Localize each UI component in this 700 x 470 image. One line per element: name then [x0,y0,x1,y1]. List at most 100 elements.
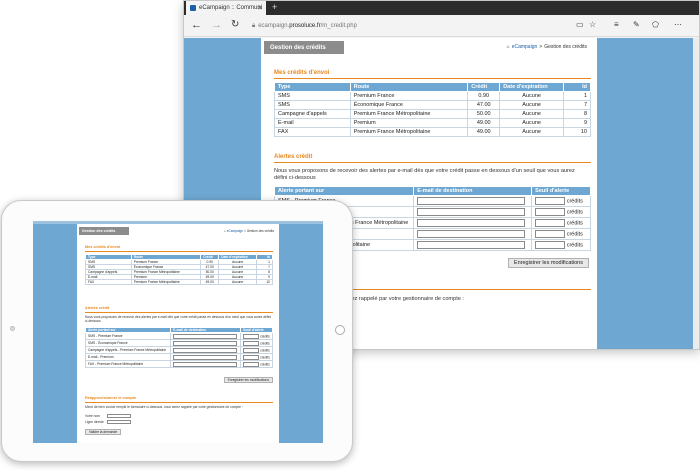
cell: 1 [563,91,591,101]
threshold-field[interactable] [535,197,566,205]
home-button[interactable] [335,325,345,335]
threshold-field[interactable] [535,241,566,249]
browser-tab[interactable]: eCampaign :: Communi ✕ [186,1,266,15]
page-title: Gestion des crédits [79,227,129,235]
address-bar[interactable]: 🔒︎ ecampaign.prosoluce.fr/m_credit.php [252,19,572,33]
breadcrumb-link[interactable]: eCampaign [512,44,538,50]
breadcrumb-separator: > [243,229,246,233]
cell: SMS [274,91,351,101]
credits-section-title: Mes crédits d'envoi [274,70,330,76]
email-field[interactable] [173,354,238,360]
unit-label: crédits [566,242,583,249]
hub-menu-icon[interactable]: ≡ [614,20,619,29]
email-field[interactable] [173,333,238,339]
breadcrumb: ⌂ eCampaign > Gestion des crédits [507,44,587,50]
column-header: Id [563,82,591,92]
table-row: FAX Premium France Métropolitaine 49.00 Auc… [85,279,273,285]
tab-bar: eCampaign :: Communi ✕ + [184,1,699,15]
table-row: Campagne d'appels - Premium France Métro… [84,346,273,354]
table-row: E-mail Premium 49.00 Aucune 9 [274,118,591,128]
unit-label: crédits [260,333,270,338]
alert-label: SMS - Premium France [84,332,172,340]
cell: Campagne d'appels [274,109,351,119]
email-field[interactable] [417,208,526,216]
threshold-field[interactable] [243,340,260,346]
cell: Économique France [349,100,469,110]
submit-request-button[interactable]: Valider la demande [85,429,122,435]
cell: Premium France Métropolitaine [130,279,202,285]
threshold-field[interactable] [535,208,566,216]
unit-label: crédits [566,231,583,238]
web-note-icon[interactable]: ✎ [633,20,640,29]
alert-label: Campagne d'appels - Premium France Métro… [84,346,172,354]
table-row: FAX Premium France Métropolitaine 49.00 Auc… [274,127,591,137]
save-alerts-button[interactable]: Enregistrer les modifications [507,258,589,268]
column-header: E-mail de destination [413,186,533,196]
reading-view-icon[interactable]: ▭ [576,20,584,29]
unit-label: crédits [260,347,270,352]
cell: Aucune [499,91,565,101]
cell: 49.00 [200,279,220,285]
threshold-field[interactable] [243,361,260,367]
threshold-field[interactable] [243,347,260,353]
cell: Aucune [499,100,565,110]
column-header: Seuil d'alerte [531,186,591,196]
email-field[interactable] [417,197,526,205]
back-arrow-icon[interactable]: ← [191,19,202,31]
home-icon[interactable]: ⌂ [507,44,510,50]
email-field[interactable] [173,340,238,346]
refresh-icon[interactable]: ↻ [231,19,239,30]
table-row: SMS - Premium France crédits [84,332,273,340]
url-path: /m_credit.php [320,23,357,29]
camera-icon [10,326,15,331]
home-icon[interactable]: ⌂ [224,229,226,233]
cell: Premium France Métropolitaine [349,127,469,137]
cell: Aucune [218,279,258,285]
breadcrumb-link[interactable]: eCampaign [227,229,243,233]
email-field[interactable] [417,241,526,249]
favorite-star-icon[interactable]: ☆ [589,20,596,29]
phone-input[interactable] [107,420,131,424]
table-row: SMS - Économique France crédits [84,339,273,347]
cell: FAX [274,127,351,137]
forward-arrow-icon[interactable]: → [211,19,222,31]
email-field[interactable] [173,361,238,367]
divider [274,162,591,163]
alerts-table: Alerte portant sur E-mail de destination… [84,327,273,368]
url-prefix: ecampaign. [258,23,290,29]
new-tab-icon[interactable]: + [272,2,277,12]
tablet-screen: Gestion des crédits ⌂ eCampaign > Gestio… [33,221,323,443]
threshold-field[interactable] [535,230,566,238]
name-input[interactable] [107,414,131,418]
table-header-row: Alerte portant sur E-mail de destination… [84,327,273,333]
unit-label: crédits [566,220,583,227]
threshold-field[interactable] [535,219,566,227]
column-header: Date d'expiration [499,82,565,92]
credits-table: Type Route Crédit Date d'expiration Id S… [274,82,591,137]
email-field[interactable] [417,219,526,227]
lock-icon: 🔒︎ [252,22,256,29]
unit-label: crédits [566,198,583,205]
email-field[interactable] [417,230,526,238]
unit-label: crédits [260,361,270,366]
column-header: Route [349,82,469,92]
threshold-field[interactable] [243,333,260,339]
more-options-icon[interactable]: ⋯ [674,20,682,29]
column-header: Crédit [467,82,501,92]
cell: 50.00 [467,109,501,119]
close-tab-icon[interactable]: ✕ [257,4,263,12]
table-row: E-mail - Premium crédits [84,353,273,361]
share-icon[interactable]: ⬠ [652,20,659,29]
cell: 10 [563,127,591,137]
alerts-intro-text: Nous vous proposons de recevoir des aler… [85,315,272,323]
email-field[interactable] [173,347,238,353]
vertical-scrollbar[interactable] [693,38,699,349]
unit-label: crédits [260,340,270,345]
cell: Aucune [499,118,565,128]
cell: 49.00 [467,127,501,137]
save-alerts-button[interactable]: Enregistrer les modifications [223,377,273,383]
table-row: SMS Premium France 0.90 Aucune 1 [274,91,591,101]
cell: Premium [349,118,469,128]
alerts-section-title: Alertes crédit [274,154,313,160]
threshold-field[interactable] [243,354,260,360]
